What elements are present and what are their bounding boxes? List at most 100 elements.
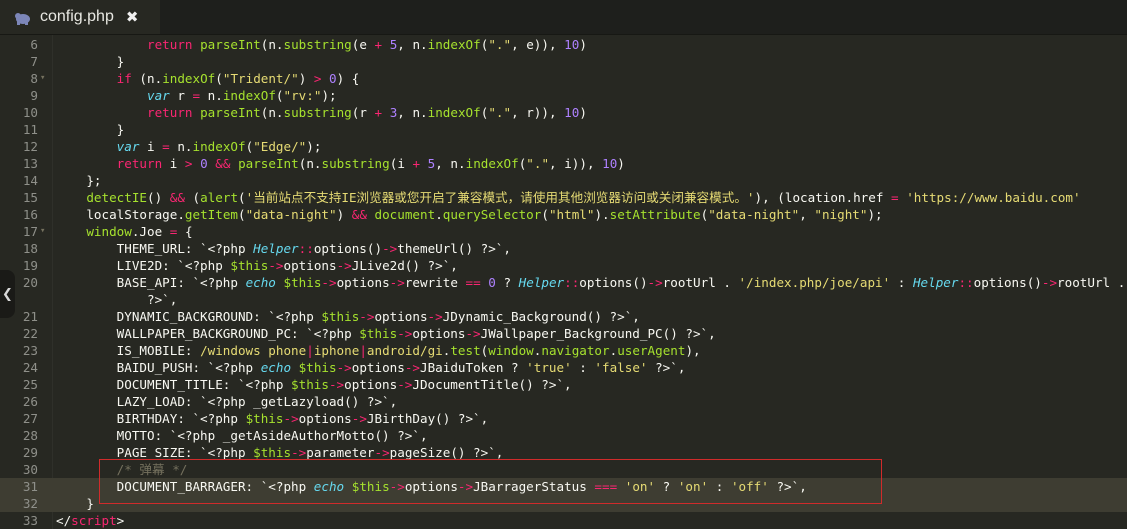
- code-token: (e: [351, 37, 375, 52]
- code-token: ?: [495, 275, 519, 290]
- code-line[interactable]: 15 detectIE() && (alert('当前站点不支持IE浏览器或您开…: [0, 189, 1127, 206]
- code-line[interactable]: 25 DOCUMENT_TITLE: `<?php $this->options…: [0, 376, 1127, 393]
- code-line[interactable]: 19 LIVE2D: `<?php $this->options->JLive2…: [0, 257, 1127, 274]
- code-token: ,: [799, 207, 815, 222]
- code-token: $this: [230, 258, 269, 273]
- code-token: $this: [351, 479, 390, 494]
- code-token: ->: [321, 275, 337, 290]
- code-line[interactable]: 24 BAIDU_PUSH: `<?php echo $this->option…: [0, 359, 1127, 376]
- fold-arrow-icon[interactable]: ▾: [40, 223, 50, 240]
- code-token: indexOf: [192, 139, 246, 154]
- code-token: 10: [564, 37, 580, 52]
- code-line[interactable]: 26 LAZY_LOAD: `<?php _getLazyload() ?>`,: [0, 393, 1127, 410]
- code-line[interactable]: 21 DYNAMIC_BACKGROUND: `<?php $this->opt…: [0, 308, 1127, 325]
- code-token: ->: [389, 275, 405, 290]
- code-token: </: [56, 513, 72, 528]
- code-line[interactable]: 16 localStorage.getItem("data-night") &&…: [0, 206, 1127, 223]
- code-token: , n.: [397, 37, 428, 52]
- code-text: DOCUMENT_BARRAGER: `<?php echo $this->op…: [56, 478, 807, 495]
- collapse-panel-handle[interactable]: ❮: [0, 270, 15, 318]
- code-token: 'false': [594, 360, 648, 375]
- line-number: 31: [22, 479, 38, 494]
- code-line[interactable]: 28 MOTTO: `<?php _getAsideAuthorMotto() …: [0, 427, 1127, 444]
- code-token: ->: [351, 411, 367, 426]
- code-text: return parseInt(n.substring(e + 5, n.ind…: [56, 36, 587, 53]
- code-token: script: [71, 513, 117, 528]
- code-token: alert: [200, 190, 239, 205]
- code-token: querySelector: [442, 207, 542, 222]
- code-token: test: [450, 343, 481, 358]
- code-line[interactable]: 27 BIRTHDAY: `<?php $this->options->JBir…: [0, 410, 1127, 427]
- code-token: '/index.php/joe/api': [738, 275, 891, 290]
- code-token: (: [184, 190, 201, 205]
- tab-config-php[interactable]: config.php ✖: [0, 0, 160, 34]
- line-number: 17: [22, 224, 38, 239]
- code-line[interactable]: 7 }: [0, 53, 1127, 70]
- code-token: indexOf: [162, 71, 216, 86]
- code-line[interactable]: 30 /* 弹幕 */: [0, 461, 1127, 478]
- code-token: parseInt: [200, 37, 261, 52]
- code-token: $this: [298, 360, 337, 375]
- code-token: ): [617, 156, 625, 171]
- code-line[interactable]: 9 var r = n.indexOf("rv:");: [0, 87, 1127, 104]
- code-token: ->: [397, 326, 413, 341]
- code-editor[interactable]: 6 return parseInt(n.substring(e + 5, n.i…: [0, 35, 1127, 529]
- code-line[interactable]: 31 DOCUMENT_BARRAGER: `<?php echo $this-…: [0, 478, 1127, 495]
- code-line[interactable]: 18 THEME_URL: `<?php Helper::options()->…: [0, 240, 1127, 257]
- code-line[interactable]: 32 }: [0, 495, 1127, 512]
- code-line[interactable]: 11 }: [0, 121, 1127, 138]
- code-token: options: [336, 275, 390, 290]
- code-line[interactable]: 29 PAGE_SIZE: `<?php $this->parameter->p…: [0, 444, 1127, 461]
- code-line[interactable]: 12 var i = n.indexOf("Edge/");: [0, 138, 1127, 155]
- code-line[interactable]: 22 WALLPAPER_BACKGROUND_PC: `<?php $this…: [0, 325, 1127, 342]
- close-icon[interactable]: ✖: [126, 8, 139, 26]
- code-token: THEME_URL: `<?php: [56, 241, 254, 256]
- elephant-php-icon: [14, 10, 32, 25]
- code-token: "html": [548, 207, 595, 222]
- code-line[interactable]: 8 ▾ if (n.indexOf("Trident/") > 0) {: [0, 70, 1127, 87]
- code-token: $this: [291, 377, 329, 392]
- code-token: }: [56, 122, 125, 137]
- fold-arrow-icon[interactable]: ▾: [40, 70, 50, 87]
- line-number: 29: [22, 445, 38, 460]
- code-token: iphone: [313, 343, 360, 358]
- code-token: options(): [313, 241, 383, 256]
- code-token: parseInt: [200, 105, 261, 120]
- code-token: echo: [313, 479, 345, 494]
- code-line[interactable]: 23 IS_MOBILE: /windows phone|iphone|andr…: [0, 342, 1127, 359]
- code-text: }: [56, 53, 125, 70]
- code-token: MOTTO: `<?php _getAsideAuthorMotto() ?>`…: [56, 428, 428, 443]
- code-line[interactable]: 10 return parseInt(n.substring(r + 3, n.…: [0, 104, 1127, 121]
- line-number: 14: [22, 173, 38, 188]
- code-token: );: [306, 139, 322, 154]
- code-token: $this: [245, 411, 284, 426]
- code-line[interactable]: 33 </script>: [0, 512, 1127, 529]
- line-number: 10: [22, 105, 38, 120]
- code-line[interactable]: 14 };: [0, 172, 1127, 189]
- code-text: </script>: [56, 512, 124, 529]
- code-text: PAGE_SIZE: `<?php $this->parameter->page…: [56, 444, 504, 461]
- code-token: ->: [328, 377, 345, 392]
- line-number: 27: [22, 411, 38, 426]
- code-token: parameter: [306, 445, 375, 460]
- code-token: substring: [283, 37, 352, 52]
- code-line[interactable]: ?>`,: [0, 291, 1127, 308]
- line-number: 9: [30, 88, 38, 103]
- code-token: ->: [382, 241, 398, 256]
- code-token: ),: [685, 343, 701, 358]
- code-line[interactable]: 13 return i > 0 && parseInt(n.substring(…: [0, 155, 1127, 172]
- code-token: &&: [215, 156, 231, 171]
- code-token: +: [374, 37, 383, 52]
- code-token: substring: [321, 156, 390, 171]
- code-line[interactable]: 6 return parseInt(n.substring(e + 5, n.i…: [0, 36, 1127, 53]
- code-token: DYNAMIC_BACKGROUND: `<?php: [56, 309, 322, 324]
- code-token: ).: [594, 207, 610, 222]
- code-line[interactable]: 17 ▾ window.Joe = {: [0, 223, 1127, 240]
- line-number: 15: [22, 190, 38, 205]
- line-number: 30: [22, 462, 38, 477]
- code-line[interactable]: 20 BASE_API: `<?php echo $this->options-…: [0, 274, 1127, 291]
